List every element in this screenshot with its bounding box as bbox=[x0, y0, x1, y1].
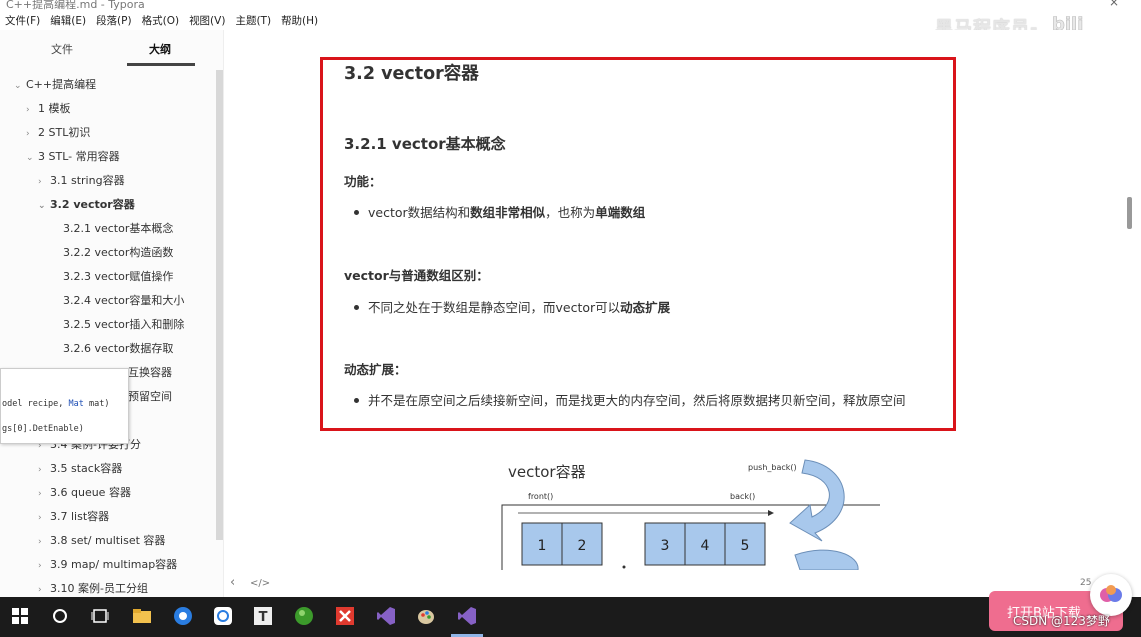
outline-item[interactable]: ⌄ C++提高编程 bbox=[14, 77, 96, 93]
outline-item[interactable]: › 3.1 string容器 bbox=[38, 173, 125, 189]
push-back-arrow-icon bbox=[789, 459, 845, 542]
outline-item[interactable]: › 3.9 map/ multimap容器 bbox=[38, 557, 177, 573]
menu-file[interactable]: 文件(F) bbox=[0, 13, 45, 28]
menu-format[interactable]: 格式(O) bbox=[137, 13, 184, 28]
outline-item[interactable]: › 3.7 list容器 bbox=[38, 509, 109, 525]
visual-studio-icon[interactable] bbox=[456, 605, 478, 627]
outline-item[interactable]: 3.2.6 vector数据存取 bbox=[63, 341, 173, 357]
front-label: front() bbox=[528, 492, 553, 501]
ellipsis-dot bbox=[622, 565, 626, 569]
windows-taskbar: T bbox=[0, 597, 1141, 637]
chevron-right-icon: › bbox=[38, 513, 42, 523]
bullet-dot-icon bbox=[354, 210, 359, 215]
svg-text:5: 5 bbox=[741, 538, 750, 554]
back-label: back() bbox=[730, 492, 755, 501]
sidebar-tabs: 文件 大纲 bbox=[0, 30, 223, 68]
bullet-item: 不同之处在于数组是静态空间，而vector可以动态扩展 bbox=[354, 297, 670, 316]
sidebar: 文件 大纲 ⌄ C++提高编程 › 1 模板 › 2 STL初识 ⌄ 3 STL- 常用… bbox=[0, 30, 224, 597]
outline-item[interactable]: 互换容器 bbox=[128, 365, 172, 381]
close-icon[interactable]: × bbox=[1109, 0, 1119, 9]
chevron-right-icon: › bbox=[38, 177, 42, 187]
windows-start-icon[interactable] bbox=[9, 605, 31, 627]
outline-item[interactable]: ⌄ 3 STL- 常用容器 bbox=[26, 149, 120, 165]
csdn-watermark: CSDN @123梦野 bbox=[1013, 614, 1110, 628]
task-view-icon[interactable] bbox=[89, 605, 111, 627]
chevron-down-icon: ⌄ bbox=[38, 201, 46, 211]
svg-text:1: 1 bbox=[538, 538, 547, 554]
bullet-dot-icon bbox=[354, 305, 359, 310]
bullet-dot-icon bbox=[354, 398, 359, 403]
xmind-icon[interactable] bbox=[334, 605, 356, 627]
paint-icon[interactable] bbox=[415, 605, 437, 627]
outline-item[interactable]: › 2 STL初识 bbox=[26, 125, 90, 141]
chevron-right-icon: › bbox=[26, 105, 30, 115]
editor-scrollbar[interactable] bbox=[1127, 197, 1132, 229]
chevron-right-icon: › bbox=[38, 537, 42, 547]
menu-theme[interactable]: 主题(T) bbox=[230, 13, 276, 28]
menu-edit[interactable]: 编辑(E) bbox=[45, 13, 91, 28]
bullet-item: 并不是在原空间之后续接新空间，而是找更大的内存空间，然后将原数据拷贝新空间，释放… bbox=[354, 390, 906, 409]
bilibili-brain-icon[interactable] bbox=[1090, 574, 1132, 616]
paragraph-difference: vector与普通数组区别： bbox=[344, 268, 489, 283]
outline-item[interactable]: › 3.10 案例-员工分组 bbox=[38, 581, 148, 597]
vector-diagram: vector容器 push_back() front() back() 1 2 … bbox=[501, 459, 880, 570]
highlight-box bbox=[320, 57, 956, 431]
svg-text:4: 4 bbox=[701, 538, 710, 554]
heading-h3: 3.2.1 vector基本概念 bbox=[344, 135, 506, 153]
typora-icon[interactable]: T bbox=[252, 605, 274, 627]
outline-item[interactable]: 3.2.4 vector容量和大小 bbox=[63, 293, 184, 309]
outline-item[interactable]: 3.2.5 vector插入和删除 bbox=[63, 317, 184, 333]
outline-item-active[interactable]: ⌄ 3.2 vector容器 bbox=[38, 197, 135, 213]
outline-item[interactable]: 预留空间 bbox=[128, 389, 172, 405]
title-bar: C++提高编程.md - Typora × bbox=[0, 0, 1141, 11]
word-count-indicator: 25 bbox=[1080, 578, 1092, 588]
paragraph-function: 功能： bbox=[344, 174, 382, 189]
paragraph-dynamic: 动态扩展： bbox=[344, 362, 407, 377]
sidebar-toggle-icon[interactable]: ‹ bbox=[230, 575, 235, 590]
bullet-item: vector数据结构和数组非常相似，也称为单端数组 bbox=[354, 202, 645, 221]
outline-item[interactable]: › 3.5 stack容器 bbox=[38, 461, 122, 477]
outline-item[interactable]: 3.2.3 vector赋值操作 bbox=[63, 269, 173, 285]
menu-help[interactable]: 帮助(H) bbox=[276, 13, 323, 28]
file-explorer-icon[interactable] bbox=[131, 605, 153, 627]
outline-item[interactable]: › 3.6 queue 容器 bbox=[38, 485, 131, 501]
qq-browser-icon[interactable] bbox=[172, 605, 194, 627]
chevron-right-icon: › bbox=[38, 465, 42, 475]
arrow-head-icon bbox=[768, 510, 774, 516]
active-tab-indicator bbox=[127, 63, 195, 66]
chevron-right-icon: › bbox=[26, 129, 30, 139]
menu-view[interactable]: 视图(V) bbox=[184, 13, 230, 28]
menu-paragraph[interactable]: 段落(P) bbox=[91, 13, 137, 28]
outline-item[interactable]: 3.2.1 vector基本概念 bbox=[63, 221, 173, 237]
heading-h2: 3.2 vector容器 bbox=[344, 64, 479, 84]
outline-item[interactable]: › 1 模板 bbox=[26, 101, 71, 117]
chevron-right-icon: › bbox=[38, 585, 42, 595]
diagram-title: vector容器 bbox=[508, 463, 586, 481]
app-icon[interactable] bbox=[212, 605, 234, 627]
pop-back-arrow-icon bbox=[794, 549, 859, 570]
visual-studio-icon[interactable] bbox=[375, 605, 397, 627]
green-ball-app-icon[interactable] bbox=[293, 605, 315, 627]
svg-text:T: T bbox=[259, 610, 268, 625]
tab-files[interactable]: 文件 bbox=[51, 41, 73, 57]
window-title: C++提高编程.md - Typora bbox=[6, 0, 145, 11]
svg-text:3: 3 bbox=[661, 538, 670, 554]
search-icon[interactable] bbox=[49, 605, 71, 627]
sidebar-scrollbar[interactable] bbox=[216, 70, 223, 540]
chevron-down-icon: ⌄ bbox=[26, 153, 34, 163]
tab-outline[interactable]: 大纲 bbox=[149, 41, 171, 57]
outline-item[interactable]: › 3.8 set/ multiset 容器 bbox=[38, 533, 165, 549]
chevron-right-icon: › bbox=[38, 561, 42, 571]
chevron-down-icon: ⌄ bbox=[14, 81, 22, 91]
svg-text:2: 2 bbox=[578, 538, 587, 554]
push-back-label: push_back() bbox=[748, 463, 797, 472]
chevron-right-icon: › bbox=[38, 489, 42, 499]
outline-item[interactable]: 3.2.2 vector构造函数 bbox=[63, 245, 173, 261]
code-tooltip-popup: odel recipe, Mat mat) gs[0].DetEnable) bbox=[0, 368, 129, 444]
source-code-mode-icon[interactable]: </> bbox=[250, 578, 270, 589]
